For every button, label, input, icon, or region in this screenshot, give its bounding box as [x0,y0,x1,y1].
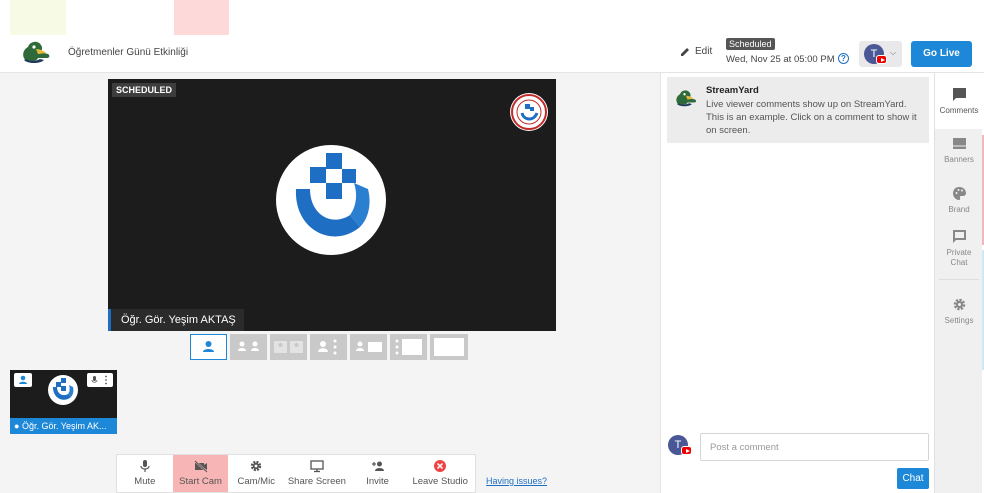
gear-icon [953,298,965,311]
edit-button[interactable]: Edit [680,46,712,57]
stage-canvas: SCHEDULED Öğr. Gör. Yeşim AKTAŞ [108,79,556,331]
comments-panel: StreamYard Live viewer comments show up … [660,73,934,493]
gear-icon [251,460,262,472]
streamyard-avatar-icon [676,90,697,107]
streamyard-logo [23,41,50,63]
start-cam-button[interactable]: Start Cam [172,455,229,492]
add-person-icon [371,461,384,471]
top-tint-yellow [10,0,66,35]
rail-banners[interactable]: Banners [935,136,983,165]
share-screen-button[interactable]: Share Screen [284,455,350,492]
having-issues-link[interactable]: Having issues? [486,476,547,486]
help-icon[interactable]: ? [838,53,849,64]
start-cam-label: Start Cam [179,476,222,487]
palette-icon [952,187,966,200]
top-tint-red [174,0,229,35]
layout-selector [190,334,468,360]
go-live-button[interactable]: Go Live [911,41,972,67]
participant-name-text: Öğr. Gör. Yeşim AK... [21,421,107,431]
edit-label: Edit [695,46,713,57]
group-icon [318,339,337,355]
participant-logo-icon [48,375,78,405]
scheduled-date: Wed, Nov 25 at 05:00 PM [726,54,835,65]
person-icon: ● [14,421,22,431]
chevron-down-icon: ⌵ [890,48,897,57]
share-screen-label: Share Screen [287,476,346,487]
broadcast-title: Öğretmenler Günü Etkinliği [68,47,189,58]
comment-text: Live viewer comments show up on StreamYa… [706,99,917,136]
mic-icon [140,460,150,472]
rail-brand-label: Brand [948,205,970,214]
person-icon [203,341,214,352]
fullscreen-layout-icon [434,338,464,356]
rail-comments[interactable]: Comments [935,73,983,129]
cam-mic-label: Cam/Mic [237,476,275,487]
stage-name-tag: Öğr. Gör. Yeşim AKTAŞ [108,309,244,331]
rail-private-chat-label: Private Chat [946,248,972,267]
mute-button[interactable]: Mute [117,455,173,492]
invite-label: Invite [366,476,389,487]
comment-icon [952,88,966,101]
layout-split-button[interactable] [230,334,267,360]
sidebar-layout-icon [395,339,422,355]
tile-options-icon[interactable] [87,373,113,387]
close-circle-icon [434,460,447,472]
account-selector[interactable]: T ⌵ [859,41,902,67]
right-rail: Comments Banners Brand Private Chat Sett… [934,73,983,493]
studio-main: SCHEDULED Öğr. Gör. Yeşim AKTAŞ ● Öğr. G… [0,73,660,493]
layout-pip-button[interactable] [350,334,387,360]
add-to-stage-icon[interactable] [14,373,32,387]
chat-icon [952,230,966,243]
cam-mic-button[interactable]: Cam/Mic [228,455,284,492]
youtube-icon [681,446,692,455]
rail-brand[interactable]: Brand [935,186,983,215]
chat-button[interactable]: Chat [897,468,929,489]
mute-label: Mute [134,476,156,487]
rail-divider [939,279,979,280]
header: Öğretmenler Günü Etkinliği Edit Schedule… [0,35,984,73]
rail-banners-label: Banners [944,155,974,164]
two-people-boxed-icon [274,341,303,353]
participant-name: ● Öğr. Gör. Yeşim AK... [10,418,117,434]
pencil-icon [681,47,689,56]
rail-settings-label: Settings [944,316,974,325]
person-screen-icon [356,341,382,352]
banner-icon [952,138,966,149]
university-logo-icon [276,145,386,255]
youtube-icon [876,55,887,64]
layout-sidebar-button[interactable] [390,334,427,360]
layout-split-small-button[interactable] [270,334,307,360]
rail-private-chat[interactable]: Private Chat [935,229,983,268]
invite-button[interactable]: Invite [350,455,406,492]
comment-item[interactable]: StreamYard Live viewer comments show up … [667,77,929,143]
layout-solo-button[interactable] [190,334,227,360]
comment-input[interactable] [700,433,929,461]
layout-group-button[interactable] [310,334,347,360]
camera-off-icon [193,460,208,473]
rail-comments-label: Comments [939,106,979,115]
monitor-icon [310,460,324,473]
leave-studio-button[interactable]: Leave Studio [405,455,475,492]
rail-settings[interactable]: Settings [935,297,983,326]
scheduled-badge: Scheduled [726,38,775,50]
two-people-icon [238,341,259,351]
leave-studio-label: Leave Studio [412,476,468,487]
layout-fullscreen-button[interactable] [430,334,468,360]
control-bar: Mute Start Cam Cam/Mic Share Screen Invi… [116,454,476,493]
brand-logo-icon [510,93,548,131]
comment-author: StreamYard [706,85,759,96]
scheduled-overlay: SCHEDULED [112,83,177,97]
